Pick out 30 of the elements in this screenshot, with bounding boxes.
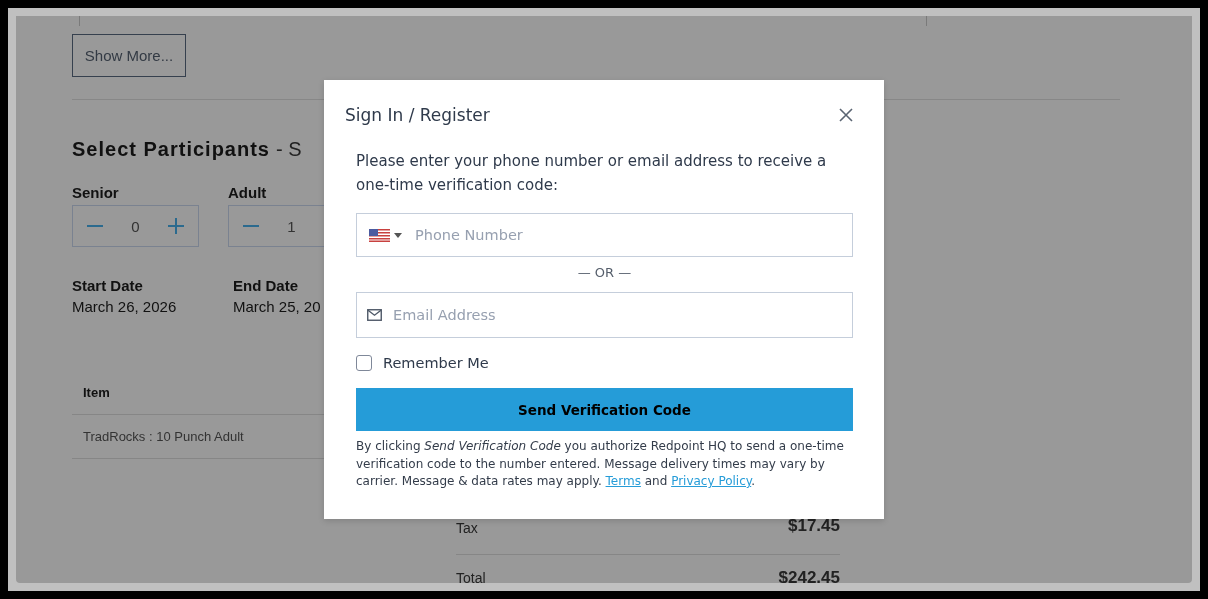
date-label: End Date	[233, 277, 298, 295]
date-value: March 26, 2026	[72, 297, 177, 317]
phone-input[interactable]: Phone Number	[415, 214, 852, 256]
show-more-button[interactable]: Show More...	[72, 34, 186, 77]
date-label: Start Date	[72, 277, 143, 295]
column-header: Item	[83, 384, 110, 400]
summary-label: Tax	[456, 520, 478, 536]
plus-icon[interactable]	[168, 218, 184, 234]
close-icon[interactable]	[839, 108, 853, 122]
phone-field[interactable]: Phone Number	[356, 213, 853, 257]
separator-text: — OR —	[576, 264, 633, 282]
checkbox-label[interactable]: Remember Me	[383, 355, 489, 371]
date-value: March 25, 20	[233, 297, 321, 317]
section-subheading: - S	[275, 137, 302, 162]
disclaimer-text: By clicking Send Verification Code you authorize Redpoint HQ to send a one-time verification code to the number entered. Message delivery times may vary by carrier. Message & data rates may apply. Terms and Privacy Policy.	[356, 438, 845, 490]
table-cell: TradRocks : 10 Punch Adult	[83, 429, 244, 444]
quantity-stepper[interactable]: 0	[72, 205, 199, 247]
section-heading: Select Participants	[72, 137, 270, 162]
instruction-text: Please enter your phone number or email address to receive a one-time verification code:	[356, 151, 828, 196]
stepper-label: Senior	[72, 184, 119, 202]
dialog-title: Sign In / Register	[345, 104, 490, 126]
checkbox[interactable]	[356, 355, 372, 371]
flag-icon[interactable]	[369, 228, 390, 242]
summary-label: Total	[456, 570, 486, 583]
send-code-button[interactable]: Send Verification Code	[356, 388, 853, 431]
summary-amount: $17.45	[788, 516, 840, 536]
envelope-icon	[367, 309, 382, 321]
link[interactable]: Terms	[605, 474, 641, 488]
stepper-label: Adult	[228, 184, 267, 202]
caret-icon[interactable]	[394, 232, 402, 238]
